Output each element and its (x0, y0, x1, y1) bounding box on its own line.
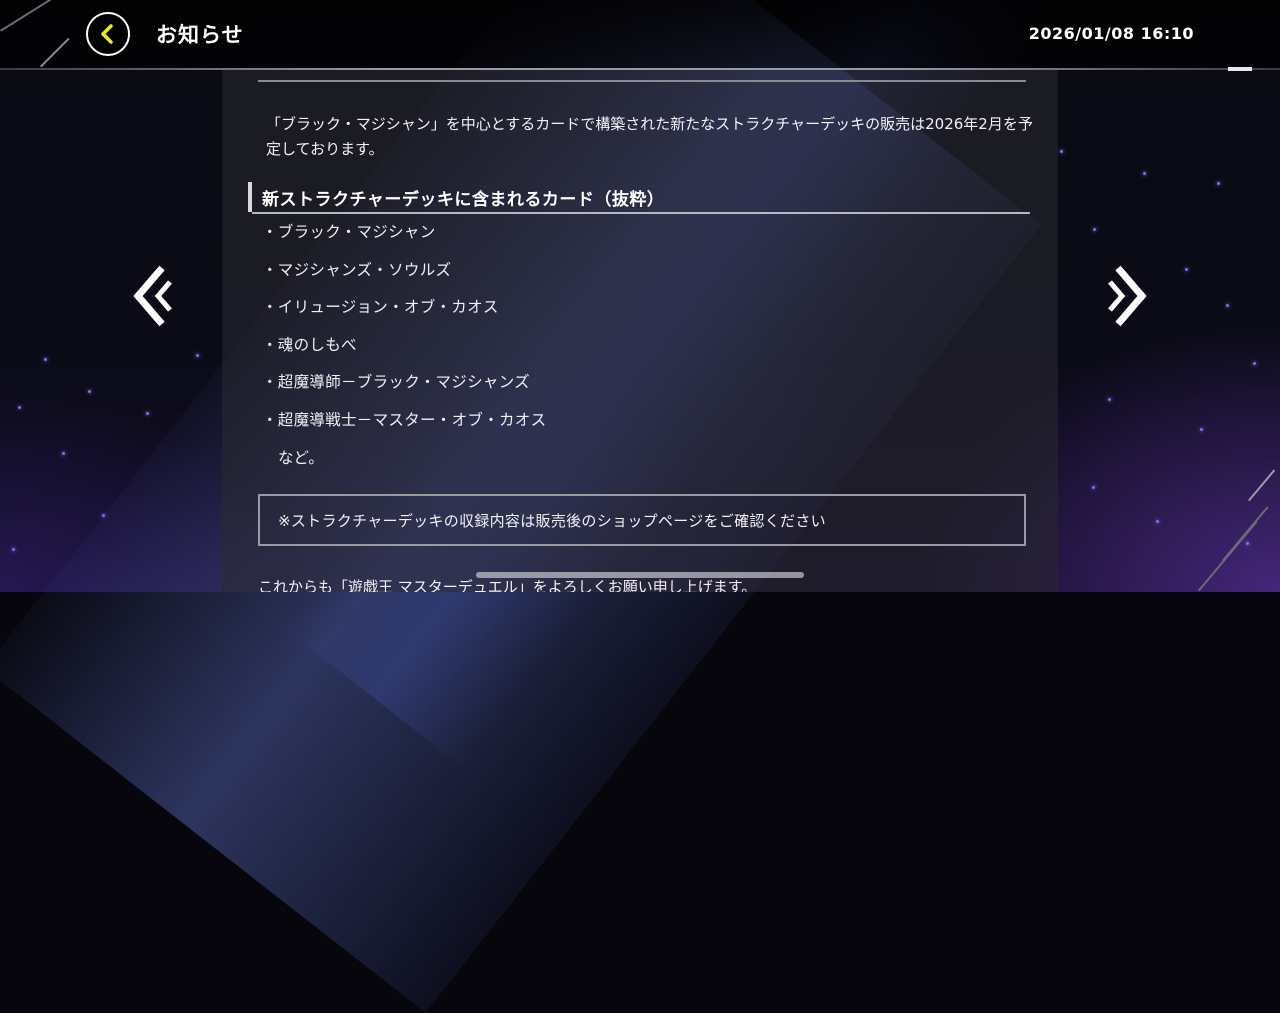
heading-underline (252, 212, 1030, 214)
scrollbar[interactable] (476, 572, 804, 578)
section-heading: 新ストラクチャーデッキに含まれるカード（抜粋） (248, 182, 1030, 214)
list-item: ・マジシャンズ・ソウルズ (262, 260, 452, 279)
panel-divider (258, 80, 1026, 82)
notice-box: ※ストラクチャーデッキの収録内容は販売後のショップページをご確認ください (258, 494, 1026, 546)
datetime-display: 2026/01/08 16:10 (1028, 24, 1194, 43)
notice-text: ※ストラクチャーデッキの収録内容は販売後のショップページをご確認ください (278, 512, 826, 530)
back-button[interactable] (86, 12, 130, 56)
double-chevron-left-icon (133, 265, 172, 327)
page-title: お知らせ (156, 23, 244, 47)
list-item: ・超魔導戦士－マスター・オブ・カオス (262, 410, 547, 429)
intro-text: 「ブラック・マジシャン」を中心とするカードで構築された新たなストラクチャーデッキ… (266, 115, 1033, 158)
next-page-button[interactable] (1106, 262, 1150, 330)
etc-text: など。 (278, 449, 324, 467)
list-item: ・イリュージョン・オブ・カオス (262, 298, 499, 316)
previous-page-button[interactable] (130, 262, 174, 330)
chevron-left-icon (101, 24, 113, 44)
closing-text: これからも「遊戯王 マスターデュエル」をよろしくお願い申し上げます。 (258, 578, 757, 592)
header-divider-accent (1228, 67, 1252, 71)
list-item: ・魂のしもべ (262, 335, 357, 354)
section-heading-text: 新ストラクチャーデッキに含まれるカード（抜粋） (262, 190, 665, 210)
list-item: ・超魔導師－ブラック・マジシャンズ (262, 373, 530, 391)
double-chevron-right-icon (1108, 265, 1147, 327)
card-list: ・ブラック・マジシャン ・マジシャンズ・ソウルズ ・イリュージョン・オブ・カオス… (262, 220, 546, 445)
notice-panel: 「ブラック・マジシャン」を中心とするカードで構築された新たなストラクチャーデッキ… (222, 70, 1058, 592)
list-item: ・ブラック・マジシャン (262, 223, 436, 241)
